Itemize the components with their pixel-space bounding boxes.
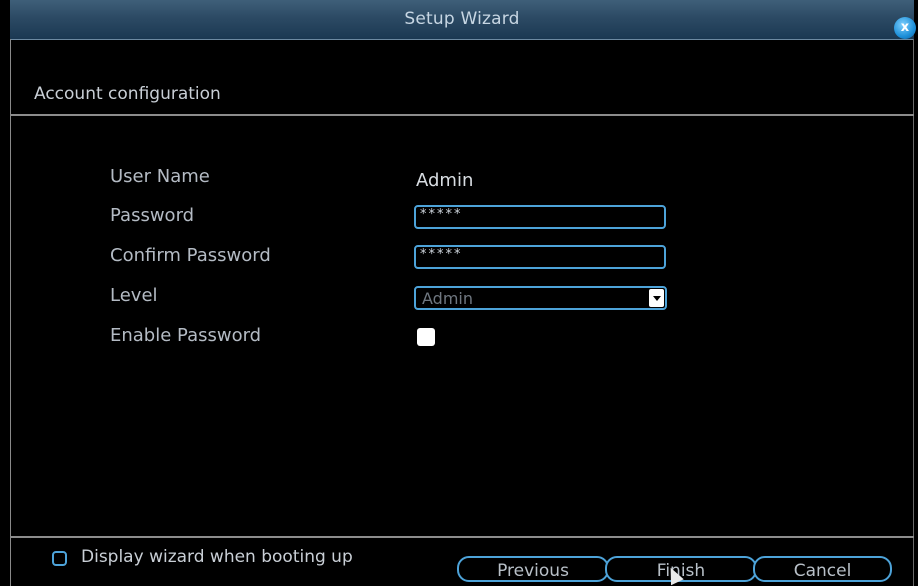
- footer-divider: [11, 536, 914, 538]
- frame-right-border: [913, 39, 914, 586]
- window-title: Setup Wizard: [404, 9, 520, 29]
- chevron-down-icon[interactable]: [649, 289, 664, 307]
- title-bar: Setup Wizard: [10, 0, 914, 40]
- frame-left-border: [10, 39, 11, 586]
- level-select[interactable]: Admin: [414, 286, 667, 310]
- section-divider: [11, 114, 914, 116]
- enable-password-checkbox[interactable]: [417, 328, 435, 346]
- section-title: Account configuration: [34, 84, 221, 104]
- level-select-value: Admin: [422, 289, 473, 308]
- enable-password-label: Enable Password: [110, 325, 262, 346]
- display-wizard-checkbox[interactable]: [52, 551, 67, 566]
- password-label: Password: [110, 205, 195, 226]
- username-label: User Name: [110, 166, 210, 187]
- previous-button[interactable]: Previous: [457, 556, 609, 582]
- confirm-password-label: Confirm Password: [110, 245, 271, 266]
- password-field[interactable]: *****: [414, 205, 666, 229]
- close-icon[interactable]: x: [894, 17, 916, 39]
- level-label: Level: [110, 285, 158, 306]
- display-wizard-label: Display wizard when booting up: [81, 547, 353, 567]
- confirm-password-field[interactable]: *****: [414, 245, 666, 269]
- setup-wizard-window: Setup Wizard x Account configuration Use…: [0, 0, 918, 586]
- cancel-button[interactable]: Cancel: [753, 556, 892, 582]
- username-value: Admin: [416, 170, 474, 191]
